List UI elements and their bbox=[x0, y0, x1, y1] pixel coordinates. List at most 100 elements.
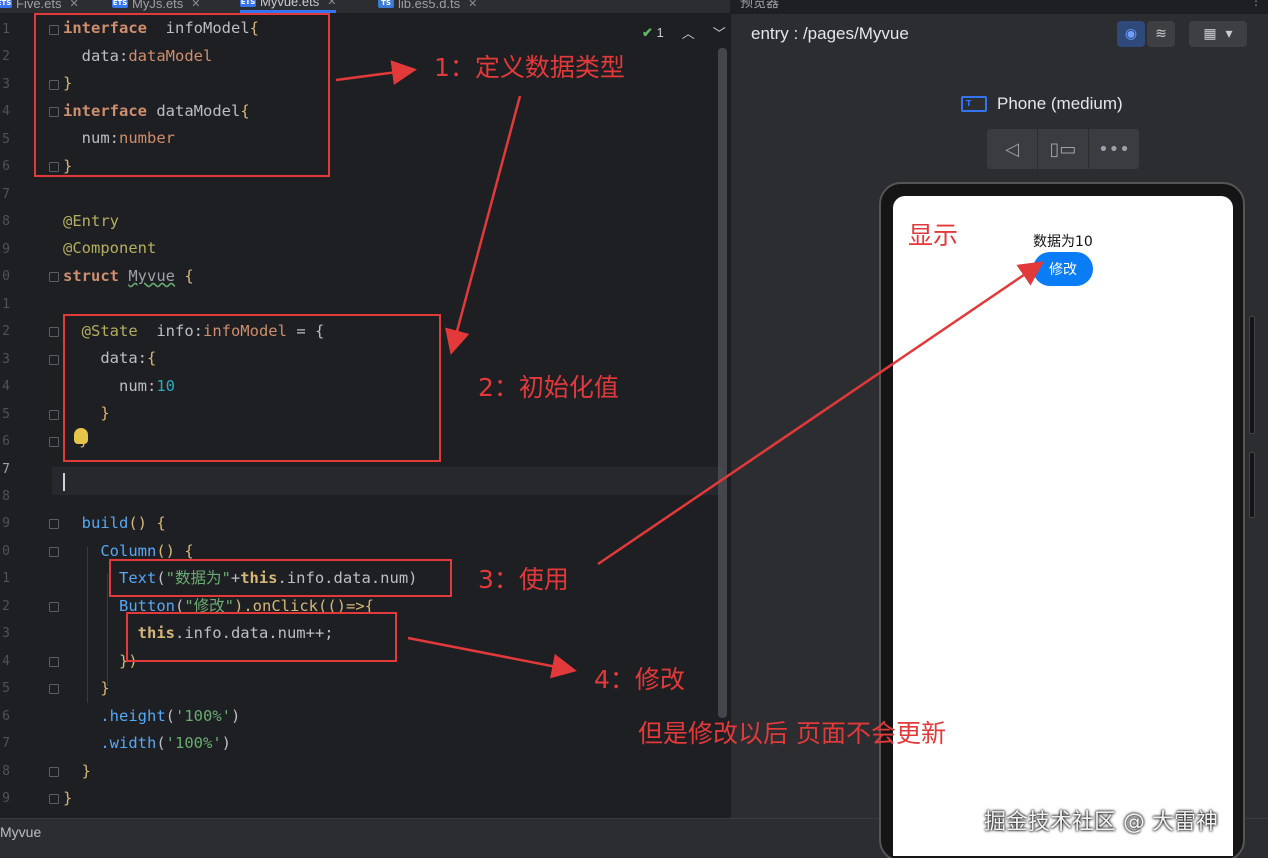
close-icon[interactable]: ✕ bbox=[468, 0, 477, 10]
annotation-box-init bbox=[63, 314, 441, 462]
fold-marker-icon[interactable] bbox=[49, 767, 59, 777]
fold-marker-icon[interactable] bbox=[49, 519, 59, 529]
chevron-down-icon: ▾ bbox=[1225, 26, 1233, 42]
fold-marker-icon[interactable] bbox=[49, 410, 59, 420]
line-number: 5 bbox=[2, 681, 10, 696]
watermark-text: 掘金技术社区 @ 大雷神 bbox=[984, 810, 1218, 835]
phone-side-button bbox=[1249, 316, 1255, 434]
fold-marker-icon[interactable] bbox=[49, 794, 59, 804]
close-icon[interactable]: ✕ bbox=[70, 0, 79, 10]
line-number: 6 bbox=[2, 709, 10, 724]
rotate-icon[interactable]: ▯▭ bbox=[1038, 129, 1089, 169]
chevron-up-icon[interactable]: ︿ bbox=[682, 23, 695, 42]
annotation-label-modify: 4：修改 bbox=[594, 665, 685, 694]
status-file-name[interactable]: Myvue bbox=[0, 824, 41, 840]
annotation-note: 但是修改以后 页面不会更新 bbox=[638, 719, 946, 748]
close-icon[interactable]: ✕ bbox=[327, 0, 336, 8]
inspection-status: ✔ 1 bbox=[642, 24, 664, 40]
check-icon: ✔ bbox=[642, 24, 653, 40]
code-line-20: Column() { bbox=[63, 542, 194, 560]
chevron-down-icon[interactable]: ﹀ bbox=[713, 23, 726, 42]
fold-marker-icon[interactable] bbox=[49, 684, 59, 694]
tab-myvue-ets[interactable]: ETS Myvue.ets ✕ bbox=[240, 0, 337, 13]
annotation-box-define bbox=[34, 13, 330, 177]
tab-five-ets[interactable]: ETS Five.ets ✕ bbox=[0, 0, 79, 13]
code-line-19: build() { bbox=[63, 514, 166, 532]
line-number: 0 bbox=[2, 269, 10, 284]
code-line-8: @Entry bbox=[63, 212, 119, 230]
window-options-icon[interactable]: ⋮ bbox=[1250, 0, 1262, 8]
annotation-box-modify bbox=[126, 612, 397, 662]
phone-frame: 数据为10 修改 bbox=[879, 182, 1245, 858]
preview-window-title: 预览器 bbox=[740, 0, 780, 10]
code-line-26: .height('100%') bbox=[63, 707, 241, 725]
line-number: 8 bbox=[2, 764, 10, 779]
tab-label: MyJs.ets bbox=[132, 0, 184, 11]
annotation-label-define: 1：定义数据类型 bbox=[434, 53, 625, 82]
ets-file-icon: ETS bbox=[240, 0, 256, 7]
layers-icon[interactable]: ≋ bbox=[1147, 21, 1175, 47]
device-selector[interactable]: T Phone (medium) bbox=[961, 94, 1123, 114]
grid-icon: ▦ bbox=[1203, 26, 1217, 42]
inspector-icon[interactable]: ◉ bbox=[1117, 21, 1145, 47]
tab-label: Five.ets bbox=[16, 0, 62, 11]
modify-button[interactable]: 修改 bbox=[1033, 252, 1093, 286]
fold-marker-icon[interactable] bbox=[49, 602, 59, 612]
line-number: 7 bbox=[2, 736, 10, 751]
fold-marker-icon[interactable] bbox=[49, 272, 59, 282]
line-number: 2 bbox=[2, 599, 10, 614]
annotation-box-use bbox=[109, 559, 452, 597]
line-number: 9 bbox=[2, 791, 10, 806]
tablet-icon: T bbox=[961, 96, 987, 112]
line-number: 2 bbox=[2, 324, 10, 339]
fold-marker-icon[interactable] bbox=[49, 657, 59, 667]
tab-myjs-ets[interactable]: ETS MyJs.ets ✕ bbox=[112, 0, 201, 13]
phone-screen: 数据为10 修改 bbox=[893, 196, 1233, 856]
line-number: 5 bbox=[2, 407, 10, 422]
editor-scrollbar[interactable] bbox=[718, 48, 727, 718]
device-toolbar: ◁ ▯▭ ••• bbox=[987, 129, 1139, 169]
tab-lib-es5[interactable]: TS lib.es5.d.ts ✕ bbox=[378, 0, 477, 13]
line-number: 3 bbox=[2, 626, 10, 641]
back-icon[interactable]: ◁ bbox=[987, 129, 1038, 169]
tab-label: lib.es5.d.ts bbox=[398, 0, 461, 11]
preview-page-path: entry : /pages/Myvue bbox=[751, 24, 909, 43]
text-caret bbox=[63, 473, 65, 491]
editor-tab-bar: ETS Five.ets ✕ ETS MyJs.ets ✕ ETS Myvue.… bbox=[0, 0, 730, 14]
close-icon[interactable]: ✕ bbox=[191, 0, 200, 10]
code-line-28: } bbox=[63, 762, 91, 780]
fold-marker-icon[interactable] bbox=[49, 355, 59, 365]
line-number: 5 bbox=[2, 132, 10, 147]
line-number: 1 bbox=[2, 297, 10, 312]
fold-marker-icon[interactable] bbox=[49, 327, 59, 337]
more-icon[interactable]: ••• bbox=[1089, 129, 1139, 169]
ets-file-icon: ETS bbox=[0, 0, 12, 8]
fold-marker-icon[interactable] bbox=[49, 437, 59, 447]
annotation-display: 显示 bbox=[908, 221, 959, 250]
code-line-29: } bbox=[63, 789, 73, 807]
annotation-label-init: 2：初始化值 bbox=[478, 373, 619, 402]
line-number: 4 bbox=[2, 379, 10, 394]
line-number: 9 bbox=[2, 516, 10, 531]
grid-dropdown-button[interactable]: ▦ ▾ bbox=[1189, 21, 1247, 47]
code-line-10: struct Myvue { bbox=[63, 267, 194, 285]
line-number: 7 bbox=[2, 187, 10, 202]
annotation-label-use: 3：使用 bbox=[478, 565, 569, 594]
line-number: 1 bbox=[2, 571, 10, 586]
line-number: 3 bbox=[2, 352, 10, 367]
line-number: 0 bbox=[2, 544, 10, 559]
line-number: 6 bbox=[2, 159, 10, 174]
tab-label: Myvue.ets bbox=[260, 0, 320, 9]
line-number: 8 bbox=[2, 214, 10, 229]
inspection-widget[interactable]: ✔ 1 ︿ ﹀ bbox=[642, 23, 726, 42]
ets-file-icon: ETS bbox=[112, 0, 128, 8]
fold-marker-icon[interactable] bbox=[49, 547, 59, 557]
previewer-panel: entry : /pages/Myvue ◉ ≋ ▦ ▾ T Phone (me… bbox=[730, 14, 1268, 858]
device-name-label: Phone (medium) bbox=[997, 94, 1123, 113]
line-number: 3 bbox=[2, 77, 10, 92]
code-line-9: @Component bbox=[63, 239, 157, 257]
line-number: 4 bbox=[2, 654, 10, 669]
line-number: 9 bbox=[2, 242, 10, 257]
line-number: 6 bbox=[2, 434, 10, 449]
line-number: 2 bbox=[2, 49, 10, 64]
